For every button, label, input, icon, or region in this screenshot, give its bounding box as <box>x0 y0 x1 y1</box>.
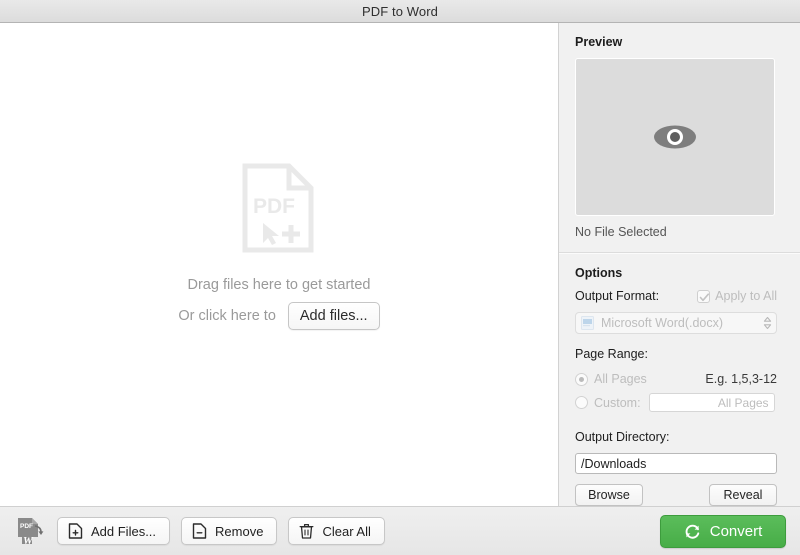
all-pages-label: All Pages <box>594 372 647 386</box>
clear-all-toolbar-button[interactable]: Clear All <box>288 517 385 545</box>
pdf-to-word-logo: PDF W <box>18 518 44 547</box>
options-section: Options Output Format: Apply to All Micr… <box>559 254 800 412</box>
apply-to-all-checkbox[interactable]: Apply to All <box>697 289 777 303</box>
convert-button-label: Convert <box>709 522 763 540</box>
svg-text:W: W <box>23 535 34 547</box>
title-bar: PDF to Word <box>0 0 800 23</box>
add-files-button[interactable]: Add files... <box>287 302 380 330</box>
side-panel: Preview No File Selected Options Output … <box>559 23 800 506</box>
output-directory-buttons: Browse Reveal <box>575 484 777 506</box>
preview-status: No File Selected <box>575 225 667 239</box>
convert-button[interactable]: Convert <box>660 514 786 548</box>
checkbox-box <box>697 289 711 303</box>
dropzone-content: PDF Drag files here to get started Or cl… <box>178 163 380 330</box>
page-range-custom-row: Custom: <box>575 393 777 412</box>
page-range-all-row: All Pages E.g. 1,5,3-12 <box>575 372 777 386</box>
eye-icon <box>654 125 696 149</box>
output-format-select[interactable]: Microsoft Word(.docx) <box>575 312 777 334</box>
output-format-label: Output Format: <box>575 289 660 303</box>
stepper-chevron-icon <box>763 316 772 330</box>
bottom-toolbar: PDF W Add Files... Remove Clear All Conv… <box>0 506 800 555</box>
output-directory-label: Output Directory: <box>575 430 670 444</box>
checkmark-icon <box>699 292 710 301</box>
remove-toolbar-button[interactable]: Remove <box>181 517 278 545</box>
word-document-icon <box>581 316 594 330</box>
page-range-example: E.g. 1,5,3-12 <box>705 372 777 386</box>
remove-toolbar-label: Remove <box>215 523 264 539</box>
svg-text:PDF: PDF <box>253 195 295 218</box>
window-body: PDF Drag files here to get started Or cl… <box>0 23 800 506</box>
page-range-label: Page Range: <box>575 347 648 361</box>
preview-heading: Preview <box>575 35 623 49</box>
add-files-toolbar-label: Add Files... <box>91 523 157 539</box>
output-directory-input[interactable] <box>575 453 777 474</box>
toolbar-left-group: PDF W Add Files... Remove Clear All <box>14 515 385 547</box>
add-files-toolbar-button[interactable]: Add Files... <box>57 517 171 545</box>
output-format-value: Microsoft Word(.docx) <box>601 316 724 330</box>
custom-label: Custom: <box>594 395 641 410</box>
radio-circle <box>575 372 588 386</box>
file-plus-icon <box>68 523 83 539</box>
trash-icon <box>300 523 314 539</box>
pdf-add-file-icon: PDF <box>242 163 314 253</box>
custom-radio[interactable]: Custom: <box>575 396 641 410</box>
window-title: PDF to Word <box>362 3 438 19</box>
apply-to-all-label: Apply to All <box>715 289 777 303</box>
browse-button[interactable]: Browse <box>575 484 643 506</box>
preview-section: Preview No File Selected <box>559 23 800 239</box>
all-pages-radio[interactable]: All Pages <box>575 372 647 386</box>
svg-text:PDF: PDF <box>20 523 33 530</box>
clear-all-toolbar-label: Clear All <box>322 523 371 539</box>
drop-hint-secondary: Or click here to <box>178 308 276 324</box>
custom-range-input[interactable] <box>648 393 775 412</box>
output-directory-section: Output Directory: Browse Reveal <box>559 412 800 506</box>
app-window: PDF to Word PDF Drag files here to get s… <box>0 0 800 555</box>
options-heading: Options <box>575 266 623 280</box>
radio-circle <box>575 396 588 409</box>
file-drop-area[interactable]: PDF Drag files here to get started Or cl… <box>0 23 559 506</box>
drop-hint-primary: Drag files here to get started <box>187 277 371 293</box>
refresh-circle-icon <box>685 524 699 539</box>
file-minus-icon <box>192 523 207 539</box>
preview-thumbnail[interactable] <box>575 58 775 216</box>
drop-hint-secondary-row: Or click here to Add files... <box>178 302 380 330</box>
reveal-button[interactable]: Reveal <box>709 484 777 506</box>
output-format-row: Output Format: Apply to All <box>575 289 777 303</box>
